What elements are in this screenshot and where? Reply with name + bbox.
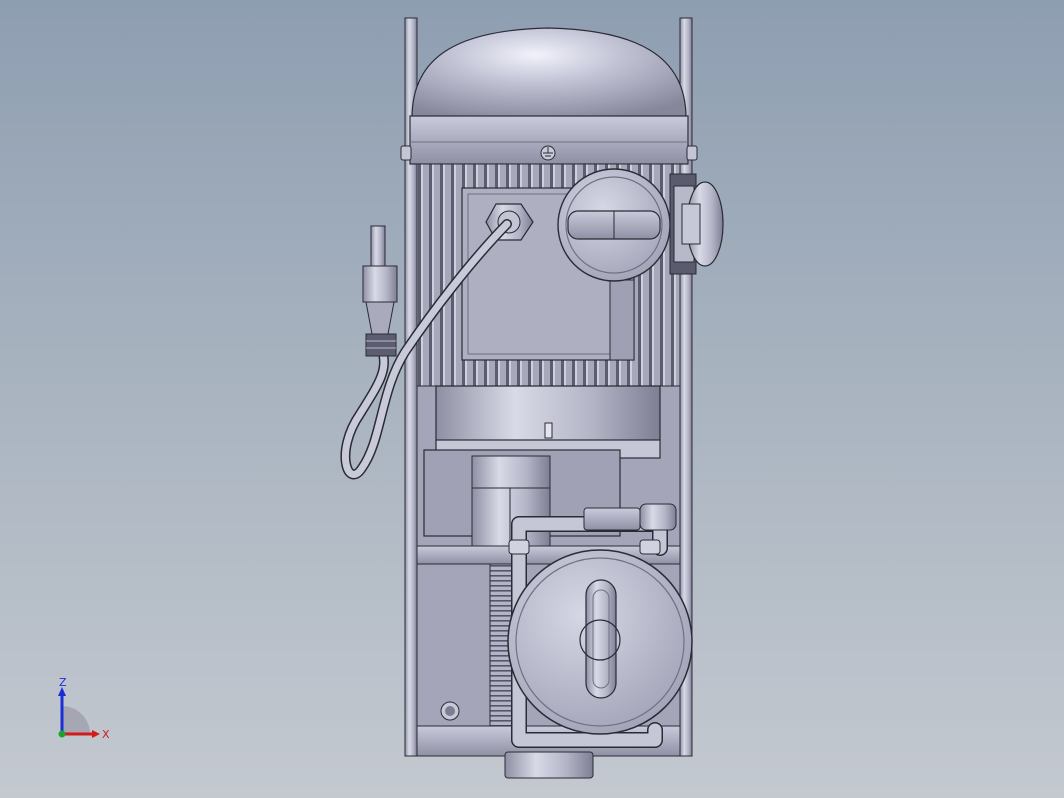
dome-hinge-left [400, 145, 412, 161]
probe-rod [370, 225, 386, 269]
y-axis-dot-icon [58, 730, 66, 738]
probe-nut [362, 265, 398, 303]
probe-grip [365, 333, 397, 357]
x-axis-label: X [102, 728, 110, 741]
z-axis-label: Z [59, 676, 67, 689]
pipe-elbow-fitting [639, 503, 677, 531]
rotary-switch[interactable] [557, 168, 724, 282]
pump-head[interactable] [507, 549, 693, 735]
probe-taper [365, 301, 395, 335]
pipe-coupler-left [508, 539, 530, 555]
cad-viewport[interactable] [0, 0, 1064, 798]
orientation-triad: Z X [58, 676, 110, 741]
flange-body [435, 385, 661, 449]
motor-fan-cover[interactable] [400, 27, 698, 165]
pipe-coupler-right [639, 539, 661, 555]
base-foot [504, 751, 594, 779]
mount-hole-inner [445, 706, 455, 716]
triad-plane-fill [62, 706, 90, 734]
dome-hinge-right [686, 145, 698, 161]
x-axis-arrow-icon [92, 730, 100, 738]
flange-key [544, 422, 553, 439]
pipe-union [583, 507, 641, 531]
side-connector-neck [681, 203, 701, 245]
motor-dome [411, 27, 687, 119]
motor-flange[interactable] [435, 385, 661, 459]
terminal-box-step [609, 279, 635, 361]
pump-handle[interactable] [585, 579, 617, 699]
